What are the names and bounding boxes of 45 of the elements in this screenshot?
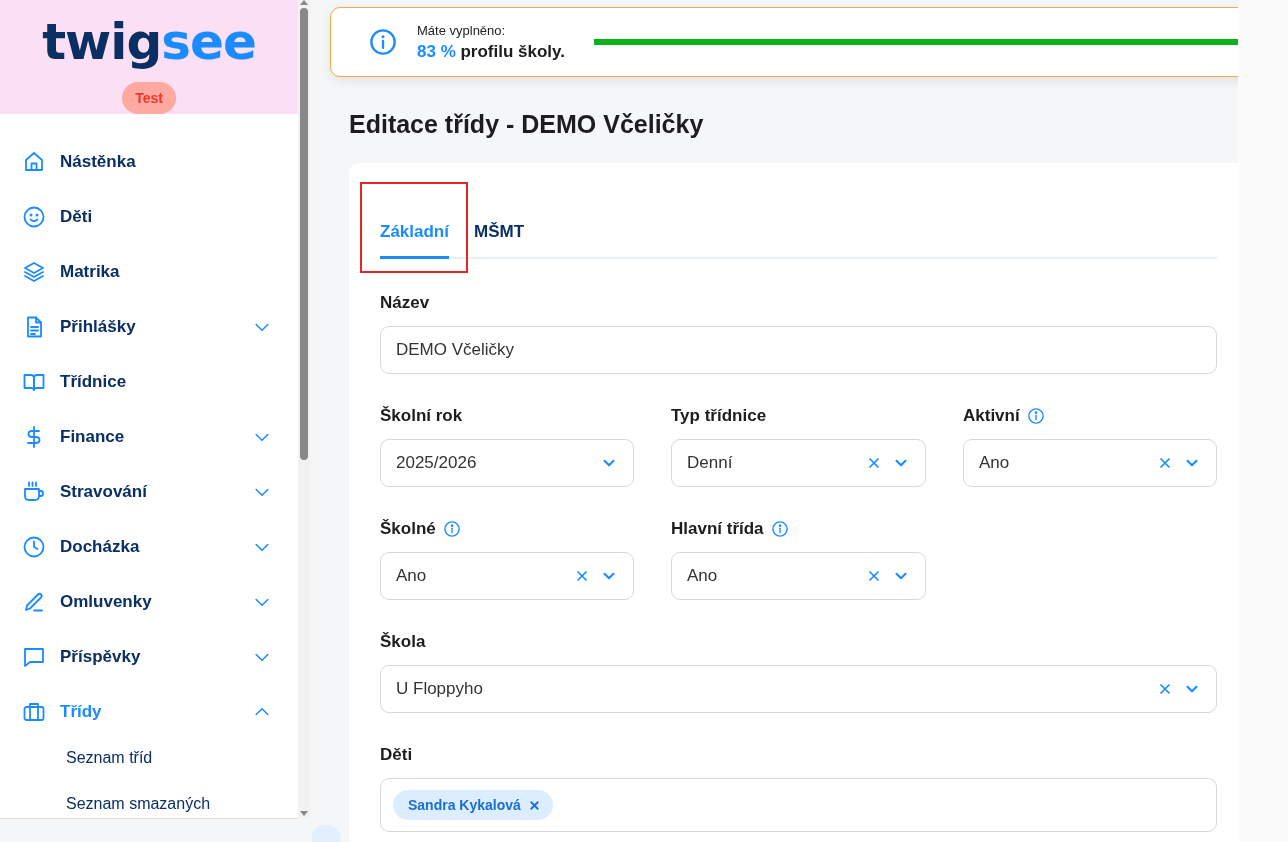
field-label: Školné: [380, 519, 436, 539]
nav-item[interactable]: Přihlášky: [0, 299, 298, 354]
nav-item[interactable]: Stravování: [0, 464, 298, 519]
scrollbar[interactable]: [298, 0, 310, 818]
scrollbar-thumb[interactable]: [300, 8, 308, 460]
info-icon: [369, 28, 397, 56]
field-label: Děti: [380, 745, 413, 765]
nav-item[interactable]: Docházka: [0, 519, 298, 574]
banner-caption: Máte vyplněno:: [417, 22, 507, 38]
environment-badge: Test: [122, 82, 176, 114]
nav-item[interactable]: Příspěvky: [0, 629, 298, 684]
nav-item[interactable]: Děti: [0, 189, 298, 244]
field-label: Aktivní: [963, 406, 1020, 426]
field-label: Název: [380, 293, 430, 313]
select-field[interactable]: Ano: [963, 439, 1217, 487]
profile-completion-text: 83 % profilu školy.: [417, 41, 566, 62]
nav-item[interactable]: Omluvenky: [0, 574, 298, 629]
logo[interactable]: twigsee: [42, 14, 256, 70]
multiselect-field[interactable]: Sandra Kykalová: [380, 778, 1217, 832]
nav-item[interactable]: Třídnice: [0, 354, 298, 409]
text-field[interactable]: DEMO Včeličky: [380, 326, 1217, 374]
select-field[interactable]: Ano: [380, 552, 634, 600]
field-label: Školní rok: [380, 406, 463, 426]
remove-icon: [527, 798, 541, 812]
nav-item[interactable]: Finance: [0, 409, 298, 464]
nav-subitem[interactable]: Seznam smazaných: [0, 785, 298, 818]
tab[interactable]: MŠMT: [473, 222, 524, 259]
select-field[interactable]: U Floppyho: [380, 665, 1217, 713]
field-label: Hlavní třída: [671, 519, 764, 539]
nav-item[interactable]: Matrika: [0, 244, 298, 299]
select-field[interactable]: Ano: [671, 552, 926, 600]
select-field[interactable]: Denní: [671, 439, 926, 487]
nav-item[interactable]: Nástěnka: [0, 134, 298, 189]
nav-subitem[interactable]: Seznam tříd: [0, 739, 298, 777]
field-label: Škola: [380, 632, 426, 652]
layers-icon: [22, 259, 46, 284]
chip[interactable]: Sandra Kykalová: [393, 790, 553, 820]
house-icon: [22, 149, 46, 174]
page-title: Editace třídy - DEMO Včeličky: [349, 109, 705, 140]
field-label: Typ třídnice: [671, 406, 767, 426]
scroll-down-icon[interactable]: [300, 811, 308, 816]
cup-icon: [22, 479, 46, 504]
smiley-icon: [22, 204, 46, 229]
clock-icon: [22, 534, 46, 559]
select-field[interactable]: 2025/2026: [380, 439, 634, 487]
